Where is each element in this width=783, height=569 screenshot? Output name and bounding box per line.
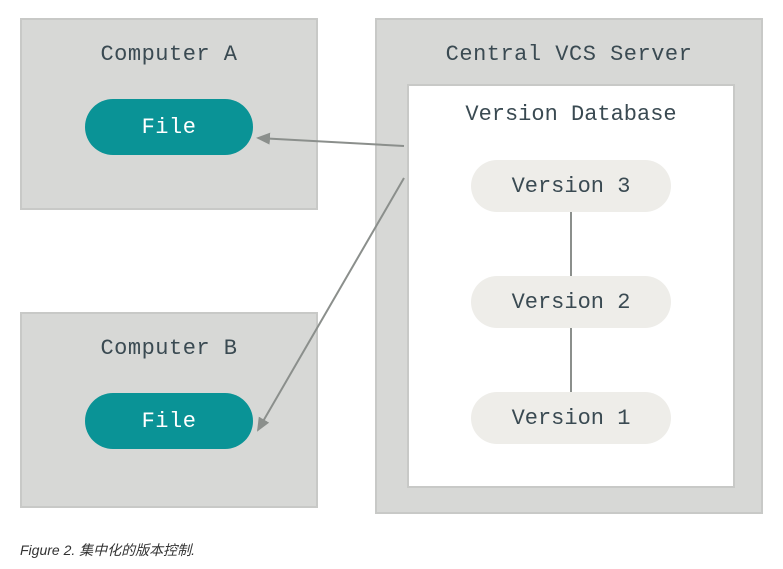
file-label-a: File [142,115,197,140]
version-2-label: Version 2 [512,290,631,315]
server-box: Central VCS Server Version Database Vers… [375,18,763,514]
version-2-pill: Version 2 [471,276,671,328]
version-1-label: Version 1 [512,406,631,431]
database-title: Version Database [409,86,733,141]
server-title: Central VCS Server [377,20,761,81]
figure-caption: Figure 2. 集中化的版本控制. [20,540,195,560]
computer-b-title: Computer B [22,314,316,375]
file-pill-b: File [85,393,253,449]
connector-v3-v2 [570,212,572,276]
computer-b-box: Computer B File [20,312,318,508]
diagram-canvas: Computer A File Computer B File Central … [20,18,764,514]
file-pill-a: File [85,99,253,155]
file-label-b: File [142,409,197,434]
version-3-pill: Version 3 [471,160,671,212]
version-1-pill: Version 1 [471,392,671,444]
version-database-panel: Version Database Version 3 Version 2 Ver… [407,84,735,488]
connector-v2-v1 [570,328,572,392]
computer-a-box: Computer A File [20,18,318,210]
version-3-label: Version 3 [512,174,631,199]
computer-a-title: Computer A [22,20,316,81]
